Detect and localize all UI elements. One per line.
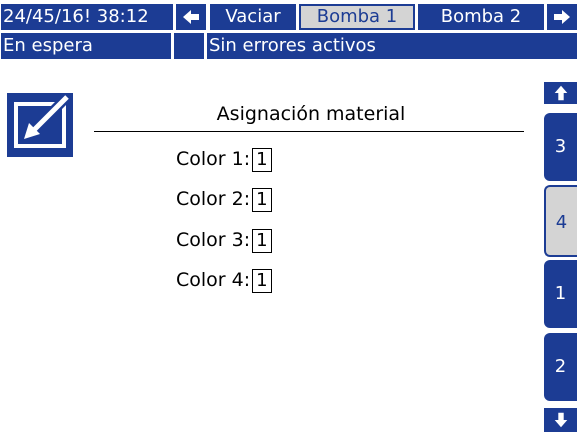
edit-icon	[14, 95, 69, 148]
tab-vaciar[interactable]: Vaciar	[210, 4, 296, 30]
color-label: Color 1:	[176, 148, 251, 170]
edit-button[interactable]	[7, 93, 73, 157]
side-tab-1[interactable]: 1	[544, 260, 577, 328]
tab-bomba-2[interactable]: Bomba 2	[418, 4, 544, 30]
page-title: Asignación material	[216, 103, 406, 125]
color-row: Color 2: 1	[176, 185, 272, 213]
color-label: Color 3:	[176, 229, 251, 251]
system-status: En espera	[1, 33, 171, 59]
scroll-down-icon[interactable]	[544, 408, 577, 432]
color-4-field[interactable]: 1	[252, 268, 272, 293]
color-row: Color 1: 1	[176, 145, 272, 173]
scroll-up-icon[interactable]	[544, 82, 577, 104]
color-row: Color 4: 1	[176, 266, 272, 294]
status-indicator	[174, 33, 204, 59]
arrow-right-icon[interactable]	[547, 4, 577, 30]
color-2-field[interactable]: 1	[252, 187, 272, 212]
color-1-field[interactable]: 1	[252, 147, 272, 172]
datetime-display: 24/45/16! 38:12	[1, 4, 173, 30]
side-tab-2[interactable]: 2	[544, 333, 577, 401]
side-tab-4[interactable]: 4	[544, 185, 577, 257]
error-status: Sin errores activos	[207, 33, 577, 59]
color-3-field[interactable]: 1	[252, 228, 272, 253]
tab-bomba-1[interactable]: Bomba 1	[299, 4, 415, 30]
title-divider	[94, 131, 524, 132]
color-label: Color 4:	[176, 269, 251, 291]
color-row: Color 3: 1	[176, 226, 272, 254]
color-label: Color 2:	[176, 188, 251, 210]
side-tab-3[interactable]: 3	[544, 113, 577, 181]
arrow-left-icon[interactable]	[176, 4, 206, 30]
